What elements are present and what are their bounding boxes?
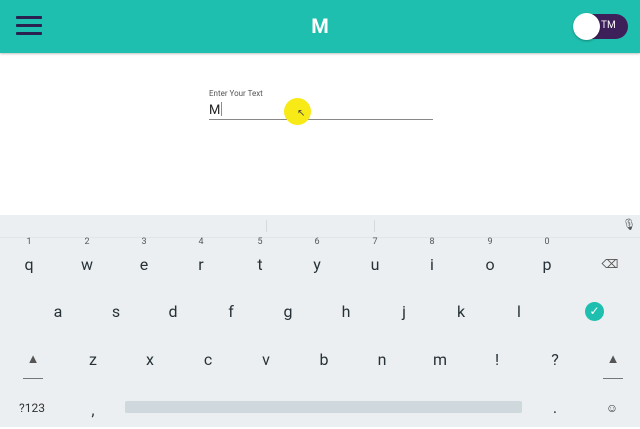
- space-bar[interactable]: [125, 401, 522, 413]
- app-title: M: [311, 14, 329, 38]
- key-number-hint: 1: [26, 237, 32, 247]
- key-x[interactable]: x: [130, 341, 170, 379]
- key-label: i: [430, 255, 434, 274]
- key-h[interactable]: h: [326, 293, 366, 331]
- key-label: e: [139, 255, 149, 274]
- mouse-pointer-icon: ↖: [297, 108, 306, 119]
- key-d[interactable]: d: [153, 293, 193, 331]
- key-r[interactable]: 4r: [181, 237, 221, 284]
- key-g[interactable]: g: [268, 293, 308, 331]
- shift-underline: [23, 378, 43, 379]
- check-icon[interactable]: ✓: [585, 302, 604, 321]
- key-j[interactable]: j: [384, 293, 424, 331]
- key-k[interactable]: k: [441, 293, 481, 331]
- suggestion-divider: [374, 220, 375, 232]
- key-a[interactable]: a: [38, 293, 78, 331]
- shift-right-icon[interactable]: ▲: [593, 341, 633, 379]
- text-input-value: M: [209, 103, 221, 118]
- key-number-hint: 2: [84, 237, 90, 247]
- key-number-hint: 3: [141, 237, 147, 247]
- key-question[interactable]: ?: [535, 341, 575, 379]
- key-label: u: [370, 255, 380, 274]
- key-number-hint: 4: [198, 237, 204, 247]
- key-number-hint: 6: [314, 237, 320, 247]
- on-screen-keyboard: 🎙︎ 1q2w3e4r5t6y7u8i9o0p asdfghjkl ⌫ ✓ ▲ …: [0, 215, 640, 427]
- key-m[interactable]: m: [420, 341, 460, 379]
- key-number-hint: 7: [372, 237, 378, 247]
- toggle-knob: [573, 13, 600, 40]
- key-label: t: [257, 255, 263, 274]
- key-number-hint: 9: [487, 237, 493, 247]
- key-c[interactable]: c: [188, 341, 228, 379]
- toggle-label: TM: [601, 20, 616, 31]
- key-label: p: [542, 255, 552, 274]
- key-exclamation[interactable]: !: [477, 341, 517, 379]
- key-y[interactable]: 6y: [297, 237, 337, 284]
- comma-key[interactable]: ,: [73, 391, 113, 429]
- key-label: r: [198, 255, 204, 274]
- key-z[interactable]: z: [73, 341, 113, 379]
- suggestion-divider: [266, 220, 267, 232]
- backspace-icon[interactable]: ⌫: [590, 245, 630, 283]
- key-w[interactable]: 2w: [67, 237, 107, 284]
- key-f[interactable]: f: [211, 293, 251, 331]
- key-label: y: [313, 255, 321, 274]
- mic-icon[interactable]: 🎙︎: [622, 218, 636, 231]
- key-label: w: [80, 255, 94, 274]
- key-e[interactable]: 3e: [124, 237, 164, 284]
- key-number-hint: 5: [257, 237, 263, 247]
- text-input-underline: [209, 119, 433, 120]
- tm-toggle-switch[interactable]: TM: [573, 13, 628, 40]
- text-caret: [221, 102, 223, 116]
- key-o[interactable]: 9o: [470, 237, 510, 284]
- key-s[interactable]: s: [96, 293, 136, 331]
- key-l[interactable]: l: [499, 293, 539, 331]
- key-u[interactable]: 7u: [355, 237, 395, 284]
- key-number-hint: 8: [429, 237, 435, 247]
- key-label: q: [24, 255, 34, 274]
- text-input[interactable]: M: [209, 102, 223, 118]
- shift-underline: [603, 378, 623, 379]
- key-q[interactable]: 1q: [9, 237, 49, 284]
- key-n[interactable]: n: [362, 341, 402, 379]
- app-bar: M TM: [0, 0, 640, 53]
- key-v[interactable]: v: [246, 341, 286, 379]
- suggestion-strip: 🎙︎: [0, 215, 640, 238]
- shift-left-icon[interactable]: ▲: [13, 341, 53, 379]
- key-b[interactable]: b: [304, 341, 344, 379]
- key-t[interactable]: 5t: [240, 237, 280, 284]
- period-key[interactable]: .: [535, 389, 575, 427]
- key-p[interactable]: 0p: [527, 237, 567, 284]
- key-i[interactable]: 8i: [412, 237, 452, 284]
- key-label: o: [485, 255, 495, 274]
- key-number-hint: 0: [544, 237, 550, 247]
- emoji-icon[interactable]: ☺: [592, 389, 632, 427]
- text-field-label: Enter Your Text: [209, 89, 263, 98]
- symbols-key[interactable]: ?123: [12, 389, 52, 427]
